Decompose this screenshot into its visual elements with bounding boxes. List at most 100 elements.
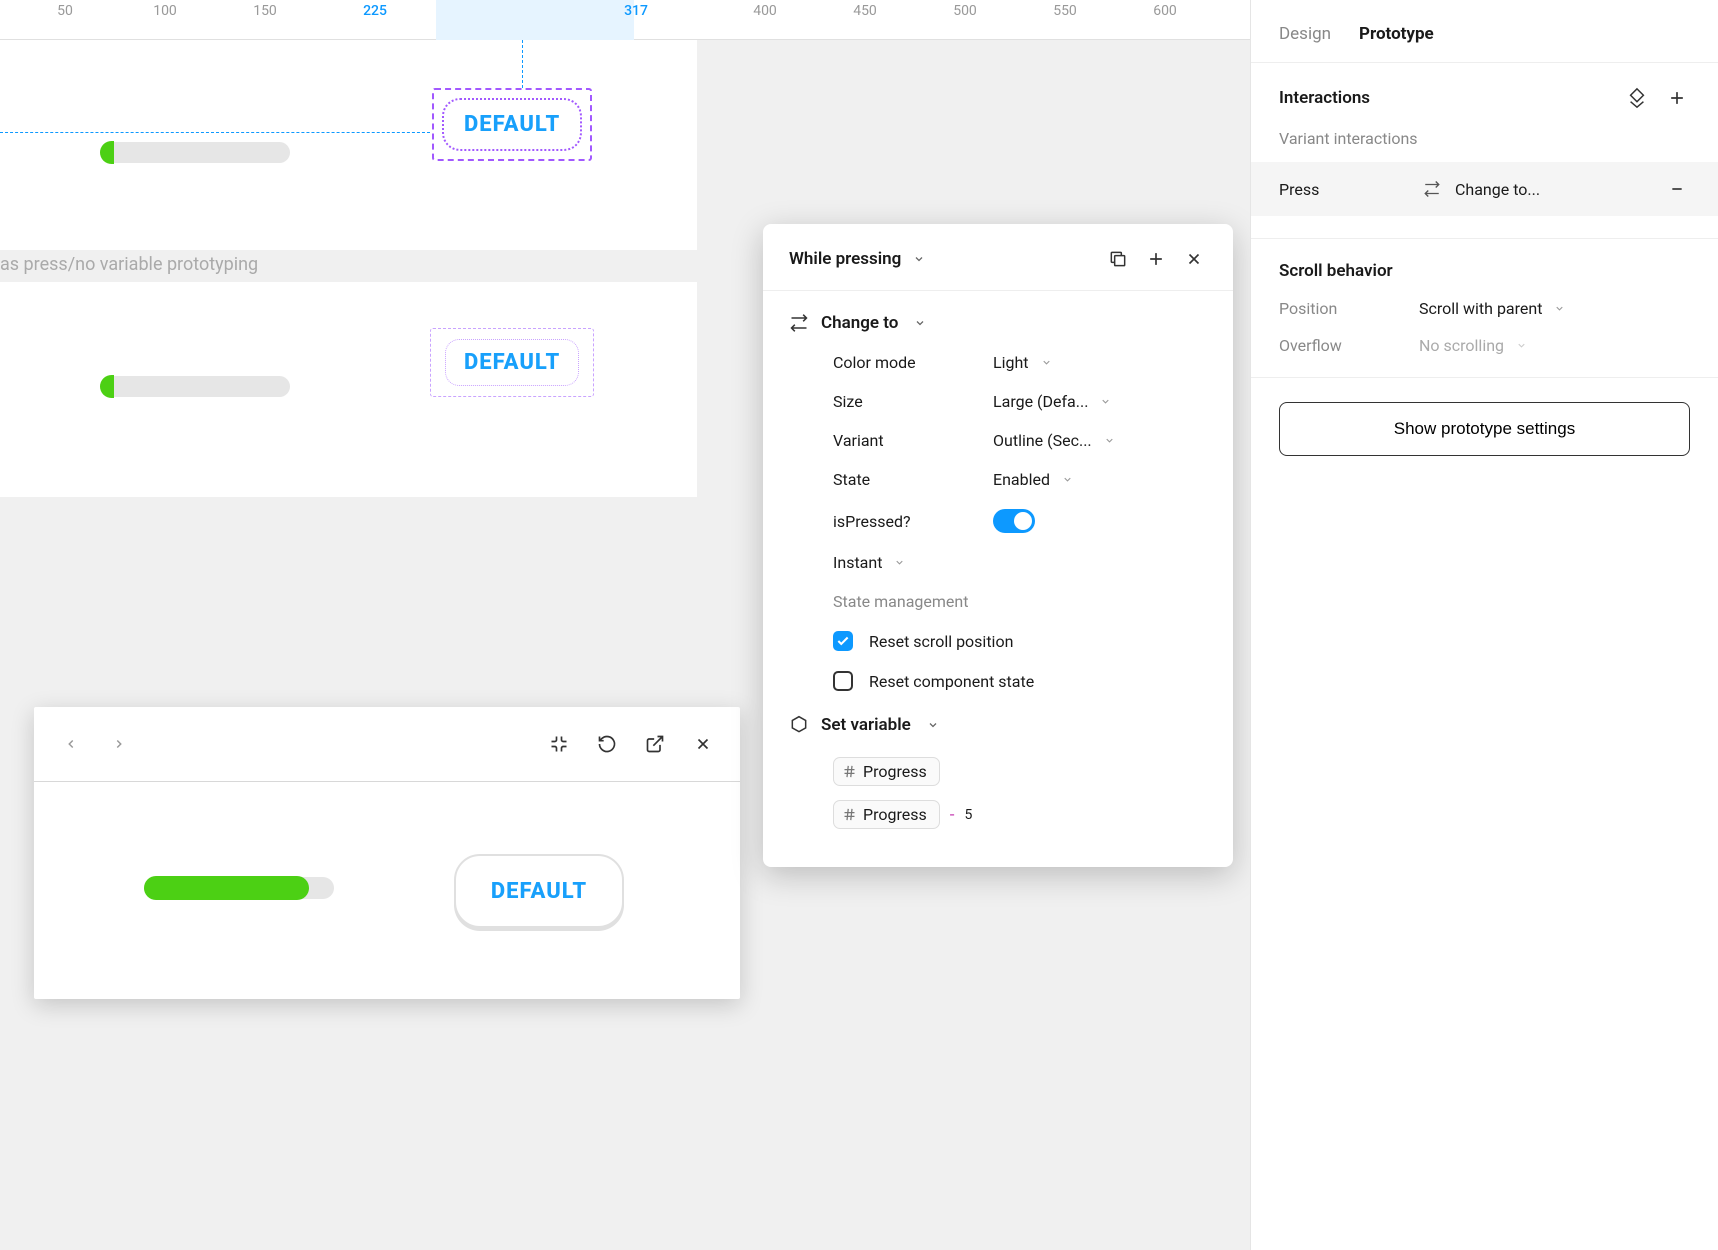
prop-state[interactable]: State Enabled xyxy=(789,470,1207,489)
action-selector[interactable]: Change to xyxy=(789,313,1207,333)
interaction-panel-header: While pressing xyxy=(763,224,1233,291)
interaction-trigger-selector[interactable]: While pressing xyxy=(789,249,1093,269)
prop-state-value: Enabled xyxy=(993,470,1050,489)
chevron-down-icon xyxy=(1041,357,1052,368)
chevron-down-icon xyxy=(913,253,925,265)
progress-pill-2[interactable] xyxy=(100,376,290,397)
tab-design[interactable]: Design xyxy=(1279,24,1331,44)
close-panel-icon[interactable] xyxy=(1181,246,1207,272)
prop-animation[interactable]: Instant xyxy=(789,553,1207,572)
interaction-item-action: Change to... xyxy=(1455,180,1650,199)
tab-prototype[interactable]: Prototype xyxy=(1359,24,1434,44)
inspector-panel: Design Prototype Interactions Variant in… xyxy=(1250,0,1718,1250)
prop-color-mode[interactable]: Color mode Light xyxy=(789,353,1207,372)
preview-toolbar xyxy=(34,707,740,782)
ruler-selection-highlight xyxy=(436,0,634,40)
variable-chip-source-name: Progress xyxy=(863,805,927,824)
swap-icon xyxy=(789,313,809,333)
prop-variant-value: Outline (Sec... xyxy=(993,431,1092,450)
preview-restart-icon[interactable] xyxy=(594,731,620,757)
add-interaction-icon[interactable] xyxy=(1664,85,1690,111)
reset-component-checkbox[interactable] xyxy=(833,671,853,691)
selection-guide-horizontal xyxy=(0,132,430,133)
preview-back-icon[interactable] xyxy=(58,731,84,757)
chevron-down-icon xyxy=(1062,474,1073,485)
prop-color-mode-label: Color mode xyxy=(833,353,993,372)
preview-default-button[interactable]: DEFAULT xyxy=(454,854,624,928)
prop-size[interactable]: Size Large (Defa... xyxy=(789,392,1207,411)
state-management-header: State management xyxy=(789,592,1207,611)
position-label: Position xyxy=(1279,299,1419,318)
component-variant-selected[interactable]: DEFAULT xyxy=(432,88,592,161)
set-variable-action[interactable]: Set variable xyxy=(789,715,1207,735)
preview-default-button-label: DEFAULT xyxy=(491,879,587,904)
scroll-behavior-section: Scroll behavior Position Scroll with par… xyxy=(1251,238,1718,377)
prop-animation-value: Instant xyxy=(833,553,882,572)
remove-interaction-icon[interactable] xyxy=(1664,176,1690,202)
prop-state-label: State xyxy=(833,470,993,489)
ruler-tick: 150 xyxy=(253,3,277,19)
ruler-tick: 225 xyxy=(363,3,387,19)
inspector-tabs: Design Prototype xyxy=(1251,0,1718,62)
preview-close-icon[interactable] xyxy=(690,731,716,757)
prop-ispressed-label: isPressed? xyxy=(833,512,993,531)
interaction-list-item[interactable]: Press Change to... xyxy=(1251,162,1718,216)
default-button-2-label: DEFAULT xyxy=(464,350,560,375)
selection-guide-vertical xyxy=(522,40,523,88)
ispressed-toggle[interactable] xyxy=(993,509,1035,533)
overflow-label: Overflow xyxy=(1279,336,1419,355)
variable-operator: - xyxy=(950,805,955,825)
frame-label-text: as press/no variable prototyping xyxy=(0,250,258,279)
interactions-section: Interactions Variant interactions Press … xyxy=(1251,62,1718,238)
prototype-preview-window: DEFAULT xyxy=(34,707,740,999)
default-button-2-inner: DEFAULT xyxy=(445,339,579,386)
variable-chip-source[interactable]: Progress xyxy=(833,800,940,829)
preview-forward-icon[interactable] xyxy=(106,731,132,757)
variable-chip-target-name: Progress xyxy=(863,762,927,781)
hash-icon xyxy=(842,764,857,779)
default-button-inner: DEFAULT xyxy=(442,98,582,151)
preview-minimize-icon[interactable] xyxy=(546,731,572,757)
prop-variant-label: Variant xyxy=(833,431,993,450)
overflow-value: No scrolling xyxy=(1419,336,1504,355)
interaction-trigger-label: While pressing xyxy=(789,249,901,269)
ruler[interactable]: 50100150225317400450500550600 xyxy=(0,0,1250,40)
interaction-panel-body: Change to Color mode Light Size Large (D… xyxy=(763,291,1233,829)
interactions-flow-icon[interactable] xyxy=(1624,85,1650,111)
reset-scroll-row[interactable]: Reset scroll position xyxy=(789,631,1207,651)
ruler-tick: 600 xyxy=(1153,3,1177,19)
progress-pill-1[interactable] xyxy=(100,142,290,163)
interaction-details-panel: While pressing Change to Color mode Ligh… xyxy=(763,224,1233,867)
chevron-down-icon xyxy=(1516,340,1527,351)
preview-body: DEFAULT xyxy=(34,782,740,999)
set-variable-label: Set variable xyxy=(821,715,911,735)
preview-open-external-icon[interactable] xyxy=(642,731,668,757)
chevron-down-icon xyxy=(1554,303,1565,314)
show-prototype-settings-button[interactable]: Show prototype settings xyxy=(1279,402,1690,456)
default-button-label: DEFAULT xyxy=(464,112,560,137)
preview-progress-track[interactable] xyxy=(144,877,334,899)
prop-variant[interactable]: Variant Outline (Sec... xyxy=(789,431,1207,450)
overflow-row[interactable]: Overflow No scrolling xyxy=(1279,336,1690,355)
ruler-tick: 500 xyxy=(953,3,977,19)
reset-component-row[interactable]: Reset component state xyxy=(789,671,1207,691)
check-icon xyxy=(836,634,850,648)
add-action-icon[interactable] xyxy=(1143,246,1169,272)
variable-icon xyxy=(789,715,809,735)
chevron-down-icon xyxy=(927,719,939,731)
duplicate-interaction-icon[interactable] xyxy=(1105,246,1131,272)
chevron-down-icon xyxy=(894,557,905,568)
position-row[interactable]: Position Scroll with parent xyxy=(1279,299,1690,318)
ruler-tick: 550 xyxy=(1053,3,1077,19)
variable-expression-row: Progress - 5 xyxy=(789,800,1207,829)
prop-ispressed: isPressed? xyxy=(789,509,1207,533)
ruler-tick: 450 xyxy=(853,3,877,19)
interaction-item-trigger: Press xyxy=(1279,180,1409,199)
variable-chip-target[interactable]: Progress xyxy=(833,757,940,786)
reset-scroll-checkbox[interactable] xyxy=(833,631,853,651)
swap-icon xyxy=(1423,180,1441,198)
preview-progress-fill xyxy=(144,876,309,900)
chevron-down-icon xyxy=(1104,435,1115,446)
variant-interactions-label: Variant interactions xyxy=(1279,129,1690,148)
component-variant-2[interactable]: DEFAULT xyxy=(430,328,594,397)
